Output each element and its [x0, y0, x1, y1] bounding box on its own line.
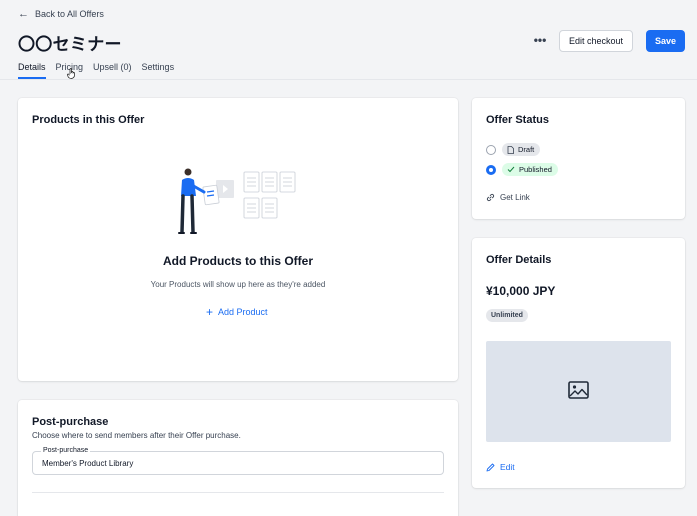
post-purchase-title: Post-purchase — [32, 416, 109, 428]
post-purchase-select[interactable]: Post-purchase Member's Product Library — [32, 447, 444, 475]
get-link-label: Get Link — [500, 193, 530, 202]
published-label: Published — [519, 165, 552, 174]
tab-details[interactable]: Details — [18, 62, 46, 79]
published-radio[interactable] — [486, 164, 496, 175]
post-purchase-field-label: Post-purchase — [41, 447, 91, 454]
offer-details-card: Offer Details ¥10,000 JPY Unlimited Edit — [472, 238, 685, 488]
status-option-draft[interactable]: Draft — [486, 143, 541, 156]
unlimited-badge: Unlimited — [486, 309, 528, 322]
header-divider — [0, 79, 697, 80]
offer-status-card: Offer Status Draft Published Get Link — [472, 98, 685, 219]
checkmark-icon — [507, 166, 515, 173]
pencil-icon — [486, 463, 495, 471]
draft-label: Draft — [518, 145, 535, 154]
draft-radio[interactable] — [486, 144, 496, 155]
post-purchase-divider — [32, 492, 444, 493]
edit-label: Edit — [500, 462, 515, 472]
status-option-published[interactable]: Published — [486, 163, 558, 176]
hand-cursor-icon — [67, 68, 75, 79]
offer-price: ¥10,000 JPY — [486, 284, 556, 298]
tab-upsell[interactable]: Upsell (0) — [93, 62, 132, 79]
back-to-offers-link[interactable]: ← Back to All Offers — [18, 7, 104, 20]
published-chip: Published — [502, 163, 558, 176]
document-icon — [507, 145, 514, 154]
arrow-left-icon: ← — [18, 7, 29, 20]
add-product-button[interactable]: + Add Product — [206, 304, 268, 319]
offer-status-title: Offer Status — [486, 114, 549, 126]
save-button[interactable]: Save — [646, 30, 685, 52]
link-icon — [486, 193, 495, 202]
offer-details-title: Offer Details — [486, 254, 552, 266]
tab-bar: Details Pricing Upsell (0) Settings — [18, 62, 174, 79]
page-title: 〇〇セミナー — [18, 35, 122, 54]
more-options-button[interactable]: ••• — [530, 33, 550, 49]
draft-chip: Draft — [502, 143, 541, 156]
empty-products-illustration-icon — [178, 168, 296, 234]
post-purchase-field-value: Member's Product Library — [42, 459, 134, 468]
products-card-title: Products in this Offer — [32, 114, 145, 126]
add-product-label: Add Product — [218, 307, 268, 317]
empty-state-title: Add Products to this Offer — [163, 254, 313, 268]
post-purchase-card: Post-purchase Choose where to send membe… — [18, 400, 458, 516]
tab-settings[interactable]: Settings — [142, 62, 175, 79]
back-link-label: Back to All Offers — [35, 9, 104, 19]
edit-offer-details-button[interactable]: Edit — [486, 462, 515, 472]
empty-state-subtitle: Your Products will show up here as they'… — [150, 280, 326, 289]
plus-icon: + — [206, 304, 214, 319]
products-card: Products in this Offer Add Products to t… — [18, 98, 458, 381]
post-purchase-subtitle: Choose where to send members after their… — [32, 431, 241, 440]
get-link-button[interactable]: Get Link — [486, 193, 530, 202]
edit-checkout-button[interactable]: Edit checkout — [559, 30, 633, 52]
image-icon — [568, 381, 589, 399]
offer-image-placeholder[interactable] — [486, 341, 671, 442]
